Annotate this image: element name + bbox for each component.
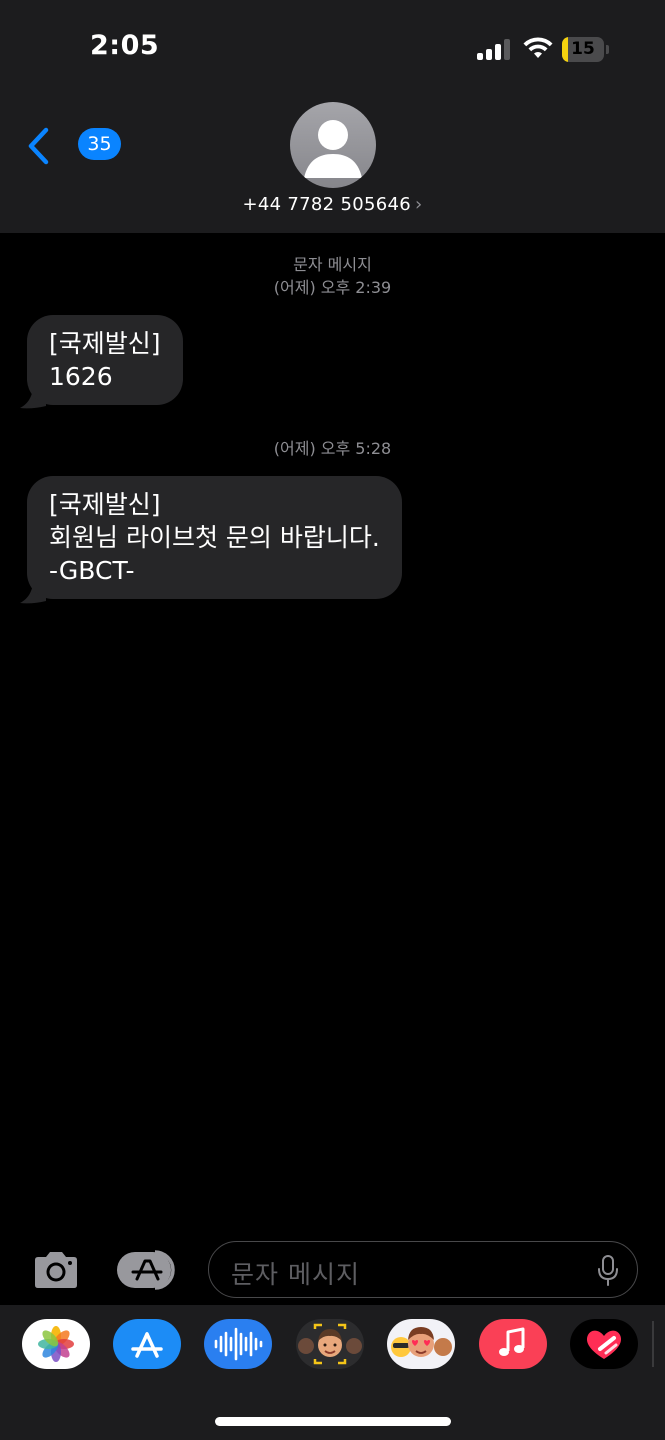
- camera-icon[interactable]: [31, 1250, 81, 1290]
- audio-message-icon[interactable]: [204, 1319, 272, 1369]
- message-text: [국제발신]: [49, 329, 161, 358]
- status-time: 2:05: [90, 30, 160, 61]
- music-icon[interactable]: [479, 1319, 547, 1369]
- chevron-right-icon: ›: [414, 194, 423, 215]
- battery-indicator: 15: [562, 37, 609, 62]
- contact-name[interactable]: +44 7782 505646 ›: [0, 194, 665, 215]
- home-indicator[interactable]: [215, 1417, 451, 1426]
- app-drawer: [0, 1305, 665, 1440]
- message-bubble[interactable]: [국제발신] 회원님 라이브첫 문의 바랍니다. -GBCT-: [27, 476, 402, 599]
- app-store-icon: [117, 1250, 175, 1290]
- message-text: 회원님 라이브첫 문의 바랍니다.: [49, 523, 380, 552]
- back-button[interactable]: 35: [26, 126, 121, 166]
- memoji-stickers-icon[interactable]: [387, 1319, 455, 1369]
- contact-number: +44 7782 505646: [242, 194, 411, 215]
- message-text: -GBCT-: [49, 556, 135, 585]
- cellular-signal-icon: [477, 38, 511, 60]
- message-timestamp: (어제) 오후 2:39: [273, 278, 392, 297]
- message-input-placeholder: 문자 메시지: [231, 1260, 360, 1289]
- digital-touch-icon[interactable]: [570, 1319, 638, 1369]
- memoji-icon[interactable]: [296, 1319, 364, 1369]
- service-label: 문자 메시지: [293, 255, 372, 274]
- photos-icon[interactable]: [22, 1319, 90, 1369]
- drawer-divider: [652, 1321, 654, 1367]
- message-timestamp: (어제) 오후 5:28: [273, 439, 392, 458]
- chevron-left-icon: [28, 127, 49, 165]
- battery-percent: 15: [571, 39, 595, 59]
- wifi-icon: [523, 37, 553, 58]
- person-icon: [290, 102, 376, 188]
- message-bubble[interactable]: [국제발신] 1626: [27, 315, 183, 405]
- app-store-icon[interactable]: [113, 1319, 181, 1369]
- microphone-icon[interactable]: [597, 1255, 619, 1287]
- conversation-header: 2:05 15 35 +44 7782 505646 ›: [0, 0, 665, 233]
- contact-avatar[interactable]: [290, 102, 376, 188]
- unread-count-badge: 35: [78, 128, 121, 160]
- message-text: 1626: [49, 362, 113, 391]
- message-input[interactable]: 문자 메시지: [208, 1241, 638, 1298]
- message-text: [국제발신]: [49, 490, 161, 519]
- apps-button[interactable]: [117, 1250, 179, 1290]
